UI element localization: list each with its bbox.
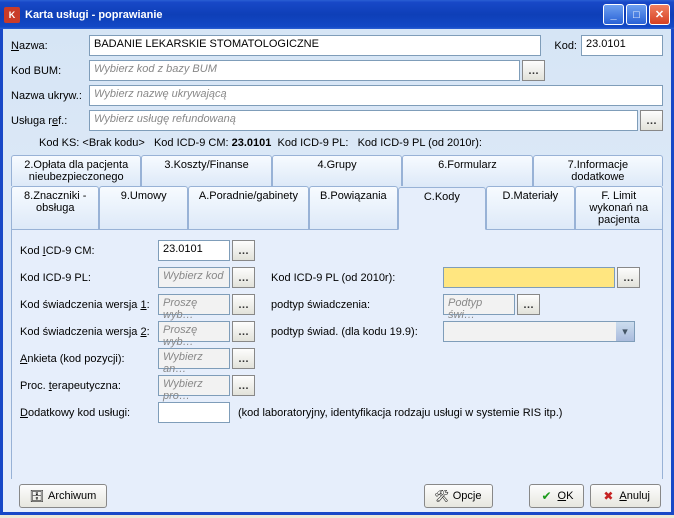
tab-poradnie[interactable]: A.Poradnie/gabinety	[188, 186, 309, 229]
tab-informacje[interactable]: 7.Informacje dodatkowe	[533, 155, 663, 186]
tab-umowy[interactable]: 9.Umowy	[99, 186, 187, 229]
anuluj-button[interactable]: ✖ Anuluj	[590, 484, 661, 508]
proc-browse-button[interactable]: …	[232, 375, 255, 396]
icd9pl-browse-button[interactable]: …	[232, 267, 255, 288]
ksw1-label: Kod świadczenia wersja 1:	[20, 299, 158, 311]
archive-icon: 🗄	[30, 489, 44, 503]
close-button[interactable]: ✕	[649, 4, 670, 25]
icd9cm-browse-button[interactable]: …	[232, 240, 255, 261]
content-area: Nazwa: BADANIE LEKARSKIE STOMATOLOGICZNE…	[0, 29, 674, 479]
ksw1-browse-button[interactable]: …	[232, 294, 255, 315]
uslugaref-browse-button[interactable]: …	[640, 110, 663, 131]
podtyp199-label: podtyp świad. (dla kodu 19.9):	[271, 326, 443, 338]
tab-row-1: 2.Opłata dla pacjenta nieubezpieczonego …	[11, 155, 663, 186]
tab-grupy[interactable]: 4.Grupy	[272, 155, 402, 186]
icd9pl2010-label: Kod ICD-9 PL (od 2010r):	[271, 272, 443, 284]
info-row: Kod KS: <Brak kodu> Kod ICD-9 CM: 23.010…	[39, 137, 663, 149]
footer: 🗄 Archiwum 🛠 Opcje ✔ OK ✖ Anuluj	[0, 479, 674, 515]
icd9pl2010-browse-button[interactable]: …	[617, 267, 640, 288]
podtyp-label: podtyp świadczenia:	[271, 299, 443, 311]
ksw1-input[interactable]: Proszę wyb…	[158, 294, 230, 315]
check-icon: ✔	[540, 489, 554, 503]
opcje-button[interactable]: 🛠 Opcje	[424, 484, 493, 508]
titlebar: K Karta usługi - poprawianie _ □ ✕	[0, 0, 674, 29]
ankieta-browse-button[interactable]: …	[232, 348, 255, 369]
kod-label: Kod:	[547, 40, 577, 52]
icd9cm-input[interactable]: 23.0101	[158, 240, 230, 261]
tab-materialy[interactable]: D.Materiały	[486, 186, 574, 229]
kodbum-input[interactable]: Wybierz kod z bazy BUM	[89, 60, 520, 81]
podtyp-browse-button[interactable]: …	[517, 294, 540, 315]
tools-icon: 🛠	[435, 489, 449, 503]
panel-kody: Kod ICD-9 CM: 23.0101 … Kod ICD-9 PL: Wy…	[11, 229, 663, 514]
ok-button[interactable]: ✔ OK	[529, 484, 585, 508]
dodkod-input[interactable]	[158, 402, 230, 423]
icd9pl-label: Kod ICD-9 PL:	[20, 272, 158, 284]
cancel-icon: ✖	[601, 489, 615, 503]
ksw2-browse-button[interactable]: …	[232, 321, 255, 342]
icd9pl2010-input[interactable]	[443, 267, 615, 288]
ksw2-input[interactable]: Proszę wyb…	[158, 321, 230, 342]
tab-row-2: 8.Znaczniki - obsługa 9.Umowy A.Poradnie…	[11, 186, 663, 229]
podtyp199-combo[interactable]: ▾	[443, 321, 635, 342]
ksw2-label: Kod świadczenia wersja 2:	[20, 326, 158, 338]
podtyp-input[interactable]: Podtyp świ…	[443, 294, 515, 315]
kodbum-browse-button[interactable]: …	[522, 60, 545, 81]
ankieta-label: Ankieta (kod pozycji):	[20, 353, 158, 365]
tab-powiazania[interactable]: B.Powiązania	[309, 186, 398, 229]
icd9pl-input[interactable]: Wybierz kod	[158, 267, 230, 288]
icd9cm-label: Kod ICD-9 CM:	[20, 245, 158, 257]
maximize-button[interactable]: □	[626, 4, 647, 25]
kodbum-label: Kod BUM:	[11, 65, 89, 77]
archiwum-button[interactable]: 🗄 Archiwum	[19, 484, 107, 508]
uslugaref-input[interactable]: Wybierz usługę refundowaną	[89, 110, 638, 131]
nazwaukryw-input[interactable]: Wybierz nazwę ukrywającą	[89, 85, 663, 106]
tab-oplata[interactable]: 2.Opłata dla pacjenta nieubezpieczonego	[11, 155, 141, 186]
tab-kody[interactable]: C.Kody	[398, 187, 486, 230]
proc-input[interactable]: Wybierz pro…	[158, 375, 230, 396]
dodkod-note: (kod laboratoryjny, identyfikacja rodzaj…	[238, 407, 562, 419]
minimize-button[interactable]: _	[603, 4, 624, 25]
window-title: Karta usługi - poprawianie	[25, 9, 163, 21]
dodkod-label: Dodatkowy kod usługi:	[20, 407, 158, 419]
tab-znaczniki[interactable]: 8.Znaczniki - obsługa	[11, 186, 99, 229]
ankieta-input[interactable]: Wybierz an…	[158, 348, 230, 369]
tab-formularz[interactable]: 6.Formularz	[402, 155, 532, 186]
nazwaukryw-label: Nazwa ukryw.:	[11, 90, 89, 102]
kod-input[interactable]: 23.0101	[581, 35, 663, 56]
uslugaref-label: Usługa ref.:	[11, 115, 89, 127]
app-icon: K	[4, 7, 20, 23]
tab-limit[interactable]: F. Limit wykonań na pacjenta	[575, 186, 663, 229]
nazwa-input[interactable]: BADANIE LEKARSKIE STOMATOLOGICZNE	[89, 35, 541, 56]
nazwa-label: Nazwa:	[11, 40, 89, 52]
tab-koszty[interactable]: 3.Koszty/Finanse	[141, 155, 271, 186]
proc-label: Proc. terapeutyczna:	[20, 380, 158, 392]
chevron-down-icon: ▾	[616, 322, 634, 341]
